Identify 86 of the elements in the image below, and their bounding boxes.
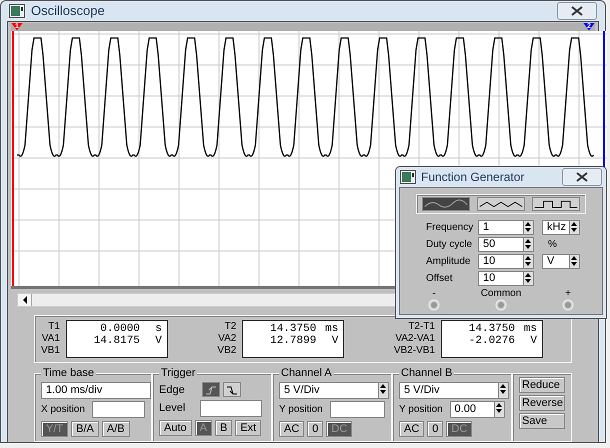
readout-label: T1 (48, 320, 60, 332)
field-label: Y position (279, 402, 324, 416)
level-field[interactable] (200, 400, 262, 417)
spin-buttons[interactable] (523, 272, 533, 285)
time-base-field[interactable]: 1.00 ms/div (41, 382, 151, 398)
waveform-button[interactable] (532, 197, 580, 211)
unit-select[interactable]: kHz (542, 220, 580, 235)
window-title: Function Generator (421, 169, 526, 186)
window-title: Oscilloscope (31, 2, 106, 20)
terminal-label: Common (480, 288, 522, 299)
field-label: X position (41, 402, 86, 416)
group-title: Channel B (399, 366, 454, 380)
toggle-button[interactable]: B/A (71, 420, 99, 436)
parameter-field[interactable]: 50 (478, 237, 534, 252)
action-button[interactable]: Reduce (519, 376, 565, 392)
readout-unit: ms (522, 322, 537, 334)
parameter-field[interactable]: 1 (478, 220, 534, 235)
readout-label: VA2-VA1 (395, 332, 435, 344)
readout-unit: V (330, 334, 338, 346)
spin-buttons[interactable] (569, 255, 579, 268)
toggle-button[interactable]: Auto (159, 420, 192, 436)
x-position-field[interactable] (92, 400, 145, 418)
parameter-label: Offset (426, 272, 454, 286)
volts-per-div-field[interactable]: 5 V/Div (279, 382, 389, 398)
toggle-button[interactable]: 0 (307, 420, 324, 436)
toggle-button[interactable]: Ext (235, 420, 262, 436)
close-icon (571, 6, 583, 16)
edge-button[interactable] (223, 382, 241, 398)
action-button[interactable]: Save (519, 412, 565, 428)
readout-value: 14.8175 (94, 334, 140, 346)
spin-buttons[interactable] (523, 238, 533, 251)
field-label: Y position (399, 402, 444, 416)
window-icon (9, 4, 25, 18)
unit-label: % (548, 238, 557, 252)
parameter-label: Duty cycle (426, 238, 474, 252)
readout-value: 12.7899 (270, 334, 316, 346)
parameter-label: Amplitude (426, 255, 472, 269)
close-button[interactable] (562, 168, 602, 186)
group-title: Trigger (159, 366, 198, 380)
readout-unit: V (529, 334, 537, 346)
close-icon (576, 172, 588, 182)
readout-label: VA1 (42, 332, 60, 344)
readout-label: VA2 (218, 332, 236, 344)
rising-edge-icon (204, 384, 218, 396)
unit-select[interactable]: V (542, 254, 580, 269)
toggle-button[interactable]: A/B (102, 420, 130, 436)
spin-buttons[interactable] (498, 382, 508, 398)
readout-value: -2.0276 (468, 334, 515, 346)
window-icon (400, 170, 416, 184)
toggle-button[interactable]: AC (399, 420, 424, 436)
group-title: Channel A (279, 366, 334, 380)
terminal-label: - (432, 288, 436, 299)
close-button[interactable] (557, 2, 597, 20)
readout-label: VB2-VB1 (394, 344, 435, 356)
terminal-label: + (565, 288, 571, 299)
parameter-label: Frequency (426, 221, 474, 235)
volts-per-div-field[interactable]: 5 V/Div (399, 382, 509, 398)
spin-buttons[interactable] (494, 402, 504, 416)
readout-value: 14.3750 (270, 322, 316, 334)
readout-unit: s (154, 322, 162, 334)
readout-value: 14.3750 (468, 322, 515, 334)
readout-unit: ms (324, 322, 338, 334)
scroll-left-icon (22, 296, 28, 304)
readout-label: T2-T1 (408, 320, 435, 332)
field-label: Edge (159, 382, 186, 398)
field-label: Level (159, 401, 186, 416)
spin-buttons[interactable] (569, 221, 579, 234)
toggle-button[interactable]: AC (279, 420, 304, 436)
readout-value: 0.0000 (100, 322, 140, 334)
group-title: Time base (41, 366, 96, 380)
toggle-button[interactable]: B (214, 420, 232, 436)
spin-buttons[interactable] (523, 255, 533, 268)
action-button[interactable]: Reverse (519, 394, 565, 410)
parameter-field[interactable]: 10 (478, 271, 534, 286)
readout-label: VB2 (217, 344, 236, 356)
falling-edge-icon (225, 384, 239, 396)
spin-buttons[interactable] (378, 382, 388, 398)
waveform-button[interactable] (476, 197, 525, 211)
y-position-field[interactable]: 0.00 (450, 400, 505, 418)
readout-unit: V (154, 334, 162, 346)
readout-label: T2 (224, 320, 236, 332)
readout-label: VB1 (41, 344, 60, 356)
parameter-field[interactable]: 10 (478, 254, 534, 269)
toggle-button[interactable]: 0 (427, 420, 444, 436)
y-position-field[interactable] (330, 400, 385, 418)
spin-buttons[interactable] (523, 221, 533, 234)
